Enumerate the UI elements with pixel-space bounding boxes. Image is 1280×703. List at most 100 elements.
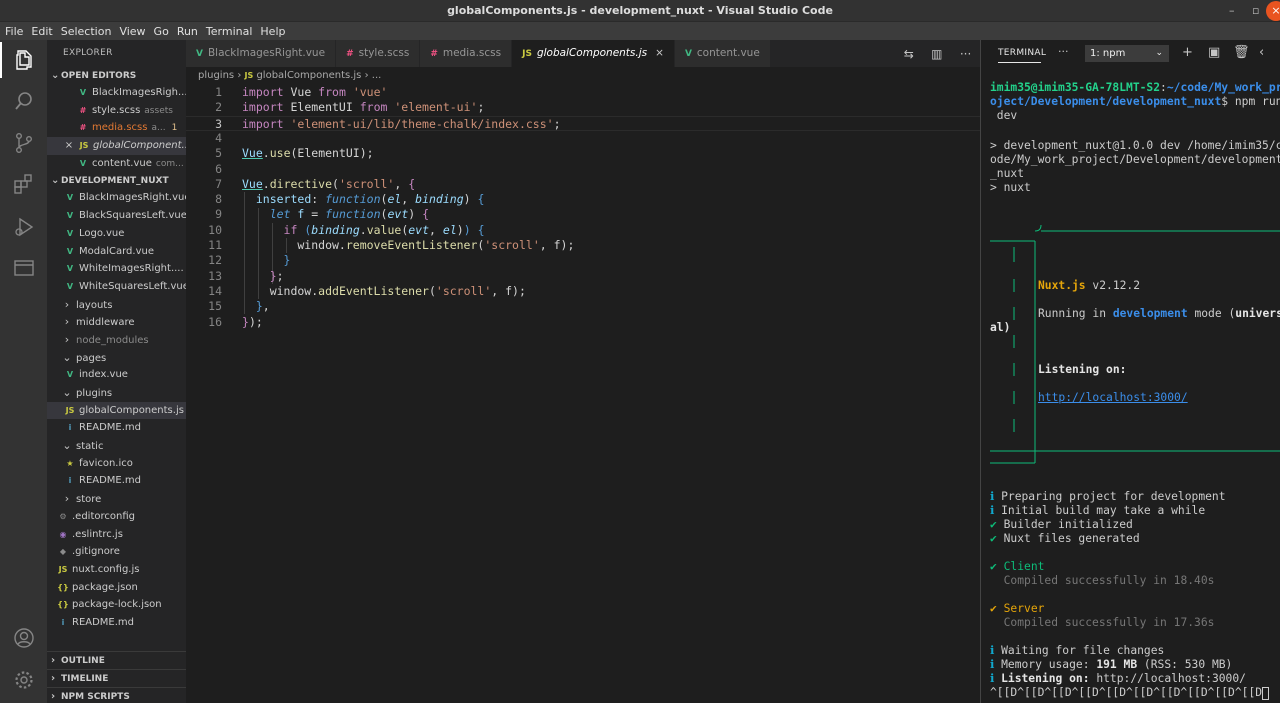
tab-media-scss[interactable]: # media.scss: [420, 40, 513, 67]
close-editor-icon[interactable]: ×: [63, 137, 75, 155]
tree-folder[interactable]: › node_modules: [47, 331, 186, 349]
vue-file-icon: V: [79, 158, 87, 168]
close-tab-icon[interactable]: ×: [655, 47, 664, 59]
close-window-icon[interactable]: ×: [1266, 1, 1280, 21]
outline-section[interactable]: › OUTLINE: [47, 651, 186, 668]
tab-content-vue[interactable]: Vcontent.vue: [674, 40, 771, 67]
open-editor-item[interactable]: V BlackImagesRigh...: [47, 84, 186, 102]
terminal-line: Running in development mode (univers: [1038, 307, 1280, 320]
tree-file[interactable]: ⚙ .editorconfig: [47, 508, 186, 526]
tree-file[interactable]: V Logo.vue: [47, 225, 186, 243]
timeline-section[interactable]: › TIMELINE: [47, 669, 186, 686]
remote-explorer-icon[interactable]: [12, 256, 36, 280]
tree-file[interactable]: ★ favicon.ico: [47, 455, 186, 473]
tab-blackimagesright[interactable]: V BlackImagesRight.vue: [186, 40, 337, 67]
tree-item-label: .eslintrc.js: [72, 528, 123, 540]
open-changes-icon[interactable]: ⇆: [904, 47, 914, 61]
trash-icon[interactable]: 🗑: [1233, 45, 1250, 60]
activity-bar: [0, 40, 47, 703]
menu-edit[interactable]: Edit: [31, 25, 52, 38]
breadcrumb-symbol[interactable]: ...: [372, 70, 382, 81]
more-actions-icon[interactable]: ···: [1058, 45, 1069, 58]
open-editor-item[interactable]: # style.scss assets: [47, 102, 186, 120]
tab-globalcomponents[interactable]: JS globalComponents.js ×: [512, 40, 675, 67]
scss-file-icon: #: [346, 49, 354, 59]
tree-file[interactable]: {} package-lock.json: [47, 596, 186, 614]
minimize-icon[interactable]: –: [1229, 4, 1235, 17]
code-line: 13 };: [208, 268, 284, 283]
split-terminal-icon[interactable]: ▣: [1208, 45, 1220, 60]
terminal-line: ✔ Server: [990, 602, 1045, 615]
npm-scripts-section[interactable]: › NPM SCRIPTS: [47, 687, 186, 703]
tree-file[interactable]: JS globalComponents.js: [47, 401, 186, 420]
breadcrumb-folder[interactable]: plugins: [198, 70, 234, 81]
run-debug-icon[interactable]: [12, 215, 36, 239]
tab-terminal[interactable]: TERMINAL: [998, 48, 1046, 63]
open-editor-item[interactable]: Vcontent.vue com...: [47, 155, 186, 173]
tree-item-label: pages: [76, 352, 107, 364]
tree-folder[interactable]: › store: [47, 490, 186, 508]
search-icon[interactable]: [12, 89, 36, 113]
breadcrumb-file[interactable]: globalComponents.js: [256, 70, 361, 81]
tree-file[interactable]: V BlackImagesRight.vue: [47, 189, 186, 207]
extensions-icon[interactable]: [12, 173, 36, 197]
tree-file[interactable]: i README.md: [47, 472, 186, 490]
terminal-output[interactable]: imim35@imim35-GA-78LMT-S2:~/code/My_work…: [981, 67, 1280, 703]
chevron-down-icon: ⌄: [51, 175, 60, 187]
tree-folder[interactable]: › layouts: [47, 296, 186, 314]
new-terminal-icon[interactable]: +: [1182, 45, 1193, 60]
project-section[interactable]: ⌄ DEVELOPMENT_NUXT: [47, 172, 186, 189]
explorer-title: EXPLORER: [63, 48, 113, 58]
tree-file[interactable]: V ModalCard.vue: [47, 243, 186, 261]
tree-file[interactable]: {} package.json: [47, 579, 186, 597]
tree-folder[interactable]: ⌄ pages: [47, 349, 186, 367]
tree-folder[interactable]: ⌄ static: [47, 437, 186, 455]
menu-file[interactable]: File: [5, 25, 23, 38]
more-actions-icon[interactable]: ···: [960, 47, 971, 61]
editor-tabs: V BlackImagesRight.vue # style.scss # media…: [186, 40, 980, 67]
chevron-left-icon[interactable]: ‹: [1259, 45, 1264, 60]
code-line: 1 import Vue from 'vue': [215, 85, 388, 99]
menu-selection[interactable]: Selection: [61, 25, 112, 38]
tree-file[interactable]: ◆ .gitignore: [47, 543, 186, 561]
open-editor-item[interactable]: # media.scss a... 1: [47, 119, 186, 137]
open-editor-item[interactable]: × JS globalComponent...: [47, 137, 186, 155]
terminal-line: Compiled successfully in 17.36s: [1003, 616, 1215, 629]
scss-file-icon: #: [430, 49, 438, 59]
tree-file[interactable]: i README.md: [47, 614, 186, 632]
files-icon[interactable]: [0, 42, 36, 78]
menu-terminal[interactable]: Terminal: [206, 25, 253, 38]
tree-folder[interactable]: › middleware: [47, 313, 186, 331]
tree-file[interactable]: V BlackSquaresLeft.vue: [47, 207, 186, 225]
settings-gear-icon[interactable]: [12, 668, 36, 692]
terminal-line: imim35@imim35-GA-78LMT-S2:~/code/My_work…: [990, 81, 1280, 94]
menu-run[interactable]: Run: [177, 25, 198, 38]
source-control-icon[interactable]: [12, 131, 36, 155]
tree-file[interactable]: V WhiteImagesRight....: [47, 260, 186, 278]
split-editor-icon[interactable]: ▥: [931, 47, 942, 61]
tree-file[interactable]: Vindex.vue: [47, 366, 186, 384]
menu-help[interactable]: Help: [260, 25, 285, 38]
tree-file[interactable]: V WhiteSquaresLeft.vue: [47, 278, 186, 296]
terminal-link[interactable]: http://localhost:3000/: [1038, 391, 1188, 405]
code-line: 8 inserted: function(el, binding) {: [215, 192, 485, 207]
maximize-icon[interactable]: ▫: [1252, 4, 1259, 17]
config-file-icon: ⚙: [59, 511, 67, 521]
code-editor[interactable]: 1 import Vue from 'vue' 2 import ElementUI…: [186, 85, 980, 703]
tree-item-label: index.vue: [79, 369, 128, 381]
account-icon[interactable]: [12, 626, 36, 650]
tab-style-scss[interactable]: # style.scss: [336, 40, 421, 67]
tree-file[interactable]: ◉ .eslintrc.js: [47, 526, 186, 544]
menu-view[interactable]: View: [119, 25, 145, 38]
explorer-sidebar: EXPLORER ⌄ OPEN EDITORS V BlackImagesRigh.…: [47, 40, 186, 703]
tree-file[interactable]: i README.md: [47, 419, 186, 437]
code-line-current: 3 import 'element-ui/lib/theme-chalk/inde…: [186, 115, 980, 131]
chevron-down-icon: ⌄: [62, 386, 72, 399]
terminal-select[interactable]: 1: npm ⌄: [1085, 45, 1169, 62]
open-editors-section[interactable]: ⌄ OPEN EDITORS: [47, 67, 186, 84]
tree-folder[interactable]: ⌄ plugins: [47, 384, 186, 402]
tree-item-label: plugins: [76, 388, 113, 399]
tree-item-label: store: [76, 494, 102, 506]
tree-file[interactable]: JS nuxt.config.js: [47, 561, 186, 579]
menu-go[interactable]: Go: [154, 25, 169, 38]
